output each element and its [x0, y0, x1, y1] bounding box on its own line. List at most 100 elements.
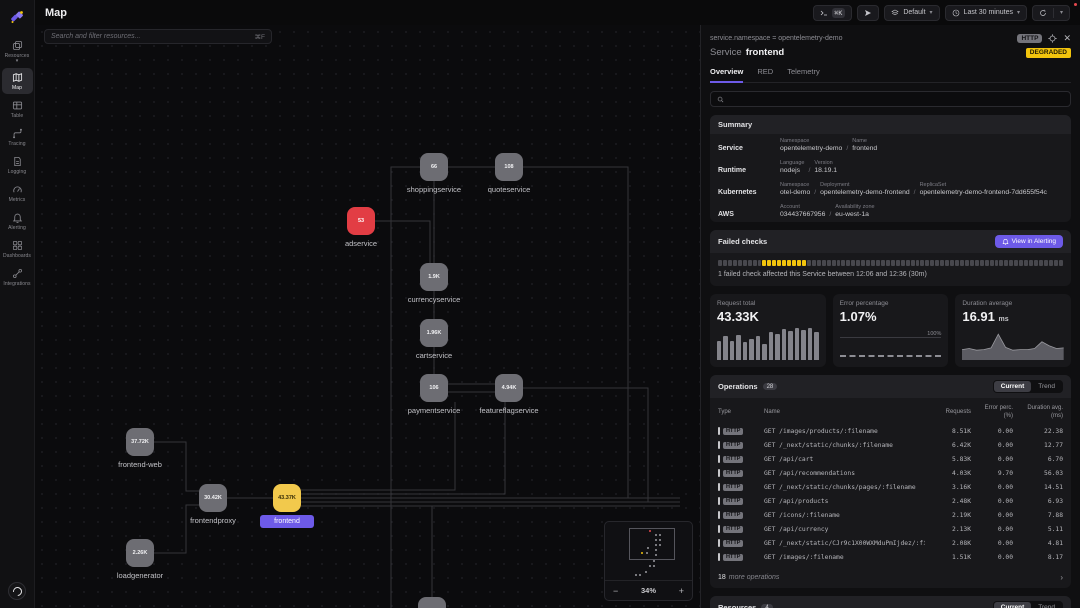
- time-range-select[interactable]: Last 30 minutes ▾: [945, 5, 1027, 21]
- map-node-loadgenerator[interactable]: 2.26K: [126, 539, 154, 567]
- close-icon[interactable]: ✕: [1063, 33, 1071, 44]
- operation-row[interactable]: HTTPGET /images/:filename1.51K0.008.17: [718, 550, 1063, 564]
- map-node-frontend-web[interactable]: 37.72K: [126, 428, 154, 456]
- tab-overview[interactable]: Overview: [710, 67, 743, 83]
- sidebar-item-dashboards[interactable]: Dashboards: [2, 236, 33, 262]
- operation-row[interactable]: HTTPGET /_next/static/chunks/:filename6.…: [718, 438, 1063, 452]
- sidebar-item-label: Integrations: [3, 281, 30, 287]
- operation-duration: 22.38: [1019, 428, 1063, 435]
- map-node-shoppingservice[interactable]: 66: [420, 153, 448, 181]
- sidebar-item-alerting[interactable]: Alerting: [2, 208, 33, 234]
- map-node-partial-node[interactable]: [418, 597, 446, 608]
- refresh-button[interactable]: ▾: [1032, 5, 1070, 21]
- operation-row[interactable]: HTTPGET /icons/:filename2.19K0.007.88: [718, 508, 1063, 522]
- panel-search-input[interactable]: [710, 91, 1071, 107]
- minimap[interactable]: − 34% +: [604, 521, 693, 601]
- timeline-segment: [758, 260, 762, 266]
- sidebar-item-label: Metrics: [9, 197, 26, 203]
- map-edges: [35, 25, 700, 608]
- sidebar-item-integrations[interactable]: Integrations: [2, 264, 33, 290]
- map-node-label-frontend[interactable]: frontend: [260, 515, 314, 528]
- map-node-currencyservice[interactable]: 1.9K: [420, 263, 448, 291]
- operation-requests: 8.51K: [931, 428, 971, 435]
- timeline-segment: [1054, 260, 1058, 266]
- map-search-placeholder: Search and filter resources...: [51, 33, 255, 40]
- minimap-area[interactable]: [605, 522, 692, 580]
- sidebar-item-tracing[interactable]: Tracing: [2, 124, 33, 150]
- map-node-paymentservice[interactable]: 106: [420, 374, 448, 402]
- map-node-adservice[interactable]: 53: [347, 207, 375, 235]
- operation-row[interactable]: HTTPGET /api/products2.48K0.006.93: [718, 494, 1063, 508]
- operation-indicator: [718, 525, 720, 533]
- operation-protocol-badge: HTTP: [723, 512, 743, 519]
- minimap-viewport[interactable]: [629, 528, 675, 560]
- summary-field-value: frontend: [852, 145, 877, 152]
- map-search-input[interactable]: Search and filter resources... ⌘F: [44, 29, 272, 44]
- sidebar-item-metrics[interactable]: Metrics: [2, 180, 33, 206]
- summary-field-key: Name: [852, 138, 877, 144]
- failed-checks-header: Failed checks View in Alerting: [710, 230, 1071, 253]
- map-node-label-loadgenerator: loadgenerator: [95, 571, 185, 580]
- resources-toggle-current[interactable]: Current: [994, 602, 1031, 608]
- timeline-segment: [940, 260, 944, 266]
- map-node-cartservice[interactable]: 1.96K: [420, 319, 448, 347]
- operation-row[interactable]: HTTPGET /_next/static/chunks/pages/:file…: [718, 480, 1063, 494]
- environment-select[interactable]: Default ▾: [884, 5, 939, 21]
- operation-row[interactable]: HTTPGET /api/recommendations4.03K9.7056.…: [718, 466, 1063, 480]
- map-node-featureflagservice[interactable]: 4.94K: [495, 374, 523, 402]
- command-palette-button[interactable]: ⌘K: [813, 5, 853, 21]
- share-button[interactable]: [857, 5, 879, 21]
- tab-red[interactable]: RED: [757, 67, 773, 82]
- zoom-out-button[interactable]: −: [613, 586, 618, 596]
- view-in-alerting-button[interactable]: View in Alerting: [995, 235, 1063, 248]
- timeline-segment: [906, 260, 910, 266]
- operations-toggle-current[interactable]: Current: [994, 381, 1031, 392]
- map-node-quoteservice[interactable]: 108: [495, 153, 523, 181]
- operation-protocol-badge: HTTP: [723, 442, 743, 449]
- operation-row[interactable]: HTTPGET /api/currency2.13K0.005.11: [718, 522, 1063, 536]
- service-map-canvas[interactable]: Search and filter resources... ⌘F 66shop…: [35, 25, 700, 608]
- more-operations-row[interactable]: 18 more operations ›: [710, 568, 1071, 588]
- sidebar-item-map[interactable]: Map: [2, 68, 33, 94]
- operation-row[interactable]: HTTPGET /images/products/:filename8.51K0…: [718, 424, 1063, 438]
- sidebar-item-resources[interactable]: Resources▾: [2, 36, 33, 66]
- map-node-frontendproxy[interactable]: 30.42K: [199, 484, 227, 512]
- sidebar-item-table[interactable]: Table: [2, 96, 33, 122]
- resources-view-toggle: Current Trend: [993, 601, 1063, 608]
- summary-field-key: Deployment: [820, 182, 910, 188]
- resources-icon: [12, 40, 23, 51]
- operations-table-header: Type Name Requests Error perc. (%) Durat…: [718, 400, 1063, 424]
- operation-indicator: [718, 469, 720, 477]
- request-bar: [756, 336, 760, 360]
- timeline-segment: [772, 260, 776, 266]
- timeline-segment: [886, 260, 890, 266]
- separator: /: [825, 211, 835, 218]
- operation-row[interactable]: HTTPGET /api/cart5.83K0.006.70: [718, 452, 1063, 466]
- operations-toggle-trend[interactable]: Trend: [1031, 381, 1062, 392]
- sidebar-item-label: Dashboards: [3, 253, 31, 259]
- map-node-label-cartservice: cartservice: [389, 351, 479, 360]
- locate-on-map-button[interactable]: [1048, 34, 1057, 43]
- operation-error: 0.00: [977, 526, 1013, 533]
- map-node-frontend[interactable]: 43.37K: [273, 484, 301, 512]
- operation-type: HTTP: [718, 469, 758, 477]
- sidebar-item-label: Map: [12, 85, 22, 91]
- request-bar: [723, 336, 727, 360]
- resources-toggle-trend[interactable]: Trend: [1031, 602, 1062, 608]
- assistant-button[interactable]: [8, 582, 26, 600]
- timeline-segment: [748, 260, 752, 266]
- failed-checks-timeline[interactable]: [718, 260, 1063, 266]
- topbar: Map ⌘K Default ▾ Last 30 minutes ▾: [35, 0, 1080, 25]
- zoom-in-button[interactable]: +: [679, 586, 684, 596]
- tab-telemetry[interactable]: Telemetry: [787, 67, 820, 82]
- table-icon: [12, 100, 23, 111]
- panel-tabs: Overview RED Telemetry: [710, 67, 1071, 83]
- sidebar-item-logging[interactable]: Logging: [2, 152, 33, 178]
- operation-row[interactable]: HTTPGET /_next/static/CJr9c1X00WXMduPmIj…: [718, 536, 1063, 550]
- error-axis-line: 100%: [840, 337, 942, 338]
- separator: /: [910, 189, 920, 196]
- operations-rows: HTTPGET /images/products/:filename8.51K0…: [718, 424, 1063, 564]
- timeline-segment: [837, 260, 841, 266]
- operation-name: GET /api/products: [764, 498, 925, 505]
- request-bar: [769, 332, 773, 360]
